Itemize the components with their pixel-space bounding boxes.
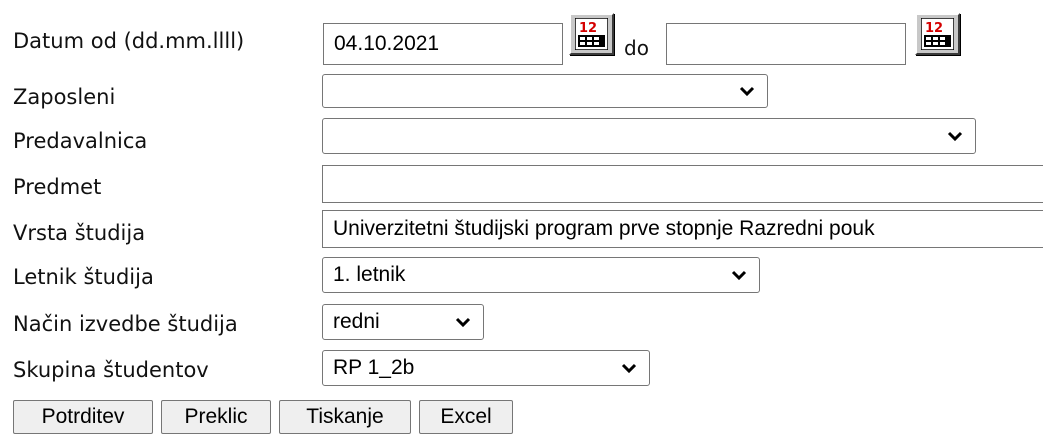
date-from-label: Datum od (dd.mm.llll)	[13, 29, 245, 53]
subject-input[interactable]	[322, 165, 1043, 203]
excel-button[interactable]: Excel	[419, 400, 513, 434]
date-from-input[interactable]: 04.10.2021	[323, 23, 563, 65]
study-type-select[interactable]: Univerzitetni študijski program prve sto…	[322, 210, 1043, 248]
chevron-down-icon	[621, 363, 637, 374]
study-mode-label: Način izvedbe študija	[13, 312, 238, 336]
calendar-button-from[interactable]: 12	[569, 13, 614, 55]
student-group-label: Skupina študentov	[13, 358, 209, 382]
chevron-down-icon	[455, 317, 471, 328]
employee-label: Zaposleni	[13, 85, 116, 109]
print-button[interactable]: Tiskanje	[279, 400, 411, 434]
svg-text:12: 12	[925, 21, 943, 36]
student-group-value: RP 1_2b	[333, 356, 415, 379]
subject-label: Predmet	[13, 175, 102, 199]
calendar-icon: 12	[575, 18, 608, 50]
chevron-down-icon	[947, 131, 963, 142]
date-to-input[interactable]	[666, 23, 906, 65]
employee-select[interactable]	[322, 74, 768, 108]
date-to-label: do	[624, 36, 649, 60]
date-from-value: 04.10.2021	[334, 32, 440, 55]
study-type-value: Univerzitetni študijski program prve sto…	[333, 217, 875, 240]
room-label: Predavalnica	[13, 129, 148, 153]
calendar-button-to[interactable]: 12	[915, 13, 960, 55]
chevron-down-icon	[739, 86, 755, 97]
study-year-select[interactable]: 1. letnik	[322, 257, 760, 293]
svg-text:12: 12	[579, 21, 597, 36]
calendar-icon: 12	[921, 18, 954, 50]
confirm-button[interactable]: Potrditev	[13, 400, 153, 434]
study-year-value: 1. letnik	[333, 263, 406, 286]
student-group-select[interactable]: RP 1_2b	[322, 350, 650, 386]
study-year-label: Letnik študija	[13, 265, 154, 289]
study-mode-value: redni	[333, 310, 380, 333]
study-type-label: Vrsta študija	[13, 221, 146, 245]
chevron-down-icon	[731, 270, 747, 281]
study-mode-select[interactable]: redni	[322, 304, 484, 340]
room-select[interactable]	[322, 118, 976, 154]
cancel-button[interactable]: Preklic	[161, 400, 271, 434]
